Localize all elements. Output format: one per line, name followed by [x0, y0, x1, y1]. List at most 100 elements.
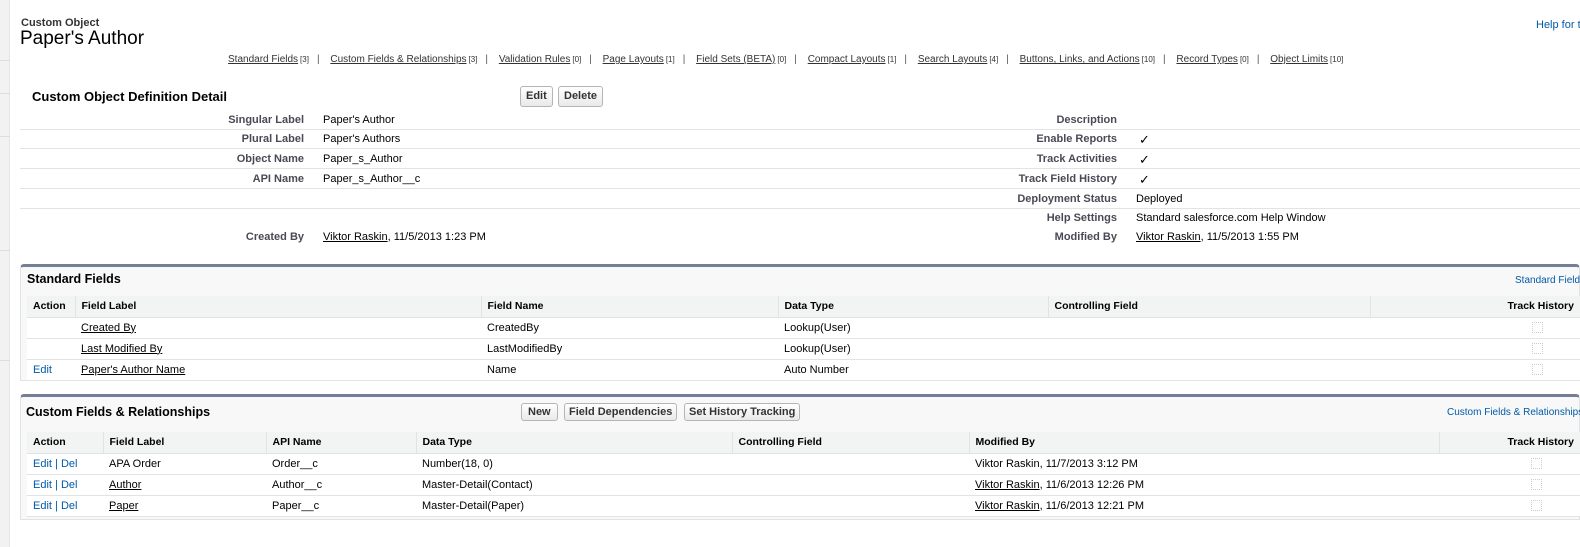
standard-fields-help-link[interactable]: Standard Fields Help	[1515, 275, 1580, 286]
field-name-cell: LastModifiedBy	[481, 338, 778, 360]
nav-standard-fields[interactable]: Standard Fields	[228, 54, 298, 65]
standard-fields-title: Standard Fields	[27, 272, 121, 286]
modified-by-user: Viktor Raskin	[975, 457, 1040, 470]
page-title: Paper's Author	[20, 28, 145, 49]
unchecked-checkbox-icon	[1531, 479, 1543, 491]
detail-row: Plural Label Paper's Authors Enable Repo…	[20, 130, 1580, 149]
deployment-status-value: Deployed	[1136, 193, 1183, 205]
modified-by-user-link[interactable]: Viktor Raskin	[1136, 231, 1201, 243]
nav-object-limits[interactable]: Object Limits	[1270, 54, 1328, 65]
action-separator: |	[51, 478, 61, 491]
singular-label-label: Singular Label	[228, 114, 304, 126]
left-sidebar-rail	[0, 0, 10, 547]
detail-row: Singular Label Paper's Author Descriptio…	[20, 111, 1580, 130]
nav-compact-layouts[interactable]: Compact Layouts	[808, 54, 886, 65]
modified-by-user-link[interactable]: Viktor Raskin	[975, 479, 1040, 491]
api-name-cell: Author__c	[266, 474, 416, 496]
nav-page-layouts[interactable]: Page Layouts	[603, 54, 664, 65]
nav-count: [0]	[572, 55, 582, 64]
nav-count: [1]	[887, 55, 897, 64]
nav-count: [0]	[777, 55, 787, 64]
help-settings-value: Standard salesforce.com Help Window	[1136, 212, 1326, 224]
column-header-field-label[interactable]: Field Label	[103, 432, 267, 454]
enable-reports-label: Enable Reports	[1036, 133, 1117, 145]
track-history-cell	[1370, 359, 1580, 381]
column-header-field-label[interactable]: Field Label	[75, 296, 482, 318]
delete-button[interactable]: Delete	[558, 86, 604, 107]
track-field-history-label: Track Field History	[1018, 173, 1117, 185]
data-type-cell: Master-Detail(Paper)	[416, 495, 732, 517]
new-field-button[interactable]: New	[521, 403, 558, 421]
modified-by-user-link[interactable]: Viktor Raskin	[975, 500, 1040, 512]
nav-search-layouts[interactable]: Search Layouts	[918, 54, 988, 65]
help-for-page-link[interactable]: Help for this Page	[1536, 19, 1580, 31]
column-header-api-name[interactable]: API Name	[266, 432, 417, 454]
column-header-data-type[interactable]: Data Type	[778, 296, 1049, 318]
action-cell: Edit | Del	[27, 474, 103, 496]
main-content: Custom Object Paper's Author Help for th…	[20, 0, 1580, 547]
unchecked-checkbox-icon	[1531, 364, 1543, 376]
modified-by-date: , 11/7/2013 3:12 PM	[1039, 457, 1138, 470]
action-cell	[27, 317, 75, 339]
field-label-cell: Last Modified By	[75, 338, 481, 360]
modified-by-date: , 11/6/2013 12:21 PM	[1039, 499, 1144, 512]
set-history-tracking-button[interactable]: Set History Tracking	[684, 403, 801, 421]
field-dependencies-button[interactable]: Field Dependencies	[564, 403, 678, 421]
nav-count: [10]	[1141, 55, 1156, 64]
track-activities-checkmark-icon: ✓	[1139, 152, 1150, 167]
detail-row: Object Name Paper_s_Author Track Activit…	[20, 150, 1580, 169]
delete-link[interactable]: Del	[61, 479, 78, 491]
track-history-cell	[1370, 338, 1580, 360]
column-header-modified-by[interactable]: Modified By	[969, 432, 1440, 454]
action-cell: Edit | Del	[27, 453, 103, 475]
edit-link[interactable]: Edit	[33, 458, 52, 470]
controlling-field-cell	[732, 495, 969, 517]
delete-link[interactable]: Del	[61, 500, 78, 512]
delete-link[interactable]: Del	[61, 458, 78, 470]
separator: |	[794, 54, 797, 65]
column-header-controlling-field[interactable]: Controlling Field	[1048, 296, 1371, 318]
edit-link[interactable]: Edit	[33, 479, 52, 491]
nav-count: [4]	[989, 55, 999, 64]
singular-label-value: Paper's Author	[323, 114, 395, 126]
controlling-field-cell	[1048, 317, 1370, 339]
field-label-link[interactable]: Created By	[81, 322, 136, 334]
detail-row: Deployment Status Deployed	[20, 190, 1580, 209]
column-header-track-history: Track History	[1439, 432, 1580, 454]
nav-record-types[interactable]: Record Types	[1176, 54, 1238, 65]
column-header-field-name[interactable]: Field Name	[481, 296, 779, 318]
nav-field-sets[interactable]: Field Sets (BETA)	[696, 54, 775, 65]
data-type-cell: Number(18, 0)	[416, 453, 732, 475]
controlling-field-cell	[1048, 338, 1370, 360]
modified-by-cell: Viktor Raskin, 11/7/2013 3:12 PM	[969, 453, 1439, 475]
field-label-link[interactable]: Last Modified By	[81, 343, 162, 355]
api-name-cell: Order__c	[266, 453, 416, 475]
unchecked-checkbox-icon	[1531, 500, 1543, 512]
field-label-link[interactable]: Paper's Author Name	[81, 364, 185, 376]
track-history-cell	[1370, 317, 1580, 339]
nav-buttons-links-actions[interactable]: Buttons, Links, and Actions	[1020, 54, 1140, 65]
detail-row: API Name Paper_s_Author__c Track Field H…	[20, 170, 1580, 189]
edit-button[interactable]: Edit	[520, 86, 553, 107]
field-label-link[interactable]: Author	[109, 479, 141, 491]
field-label-link[interactable]: Paper	[109, 500, 138, 512]
modified-by-date: , 11/5/2013 1:55 PM	[1200, 231, 1299, 243]
table-row: Last Modified By LastModifiedBy Lookup(U…	[27, 338, 1580, 360]
detail-row: Help Settings Standard salesforce.com He…	[20, 209, 1580, 228]
custom-fields-help-link[interactable]: Custom Fields & Relationships Help	[1447, 407, 1580, 418]
controlling-field-cell	[1048, 359, 1370, 381]
column-header-data-type[interactable]: Data Type	[416, 432, 733, 454]
edit-link[interactable]: Edit	[33, 364, 52, 376]
nav-custom-fields[interactable]: Custom Fields & Relationships	[330, 54, 466, 65]
controlling-field-cell	[732, 453, 969, 475]
custom-fields-table: Action Field Label API Name Data Type Co…	[27, 432, 1580, 517]
nav-count: [3]	[300, 55, 309, 64]
unchecked-checkbox-icon	[1531, 322, 1543, 334]
enable-reports-checkmark-icon: ✓	[1139, 132, 1150, 147]
created-by-user-link[interactable]: Viktor Raskin	[323, 231, 388, 243]
column-header-controlling-field[interactable]: Controlling Field	[732, 432, 970, 454]
nav-count: [10]	[1330, 55, 1344, 64]
nav-validation-rules[interactable]: Validation Rules	[499, 54, 571, 65]
detail-section-title: Custom Object Definition Detail	[32, 89, 228, 104]
edit-link[interactable]: Edit	[33, 500, 52, 512]
